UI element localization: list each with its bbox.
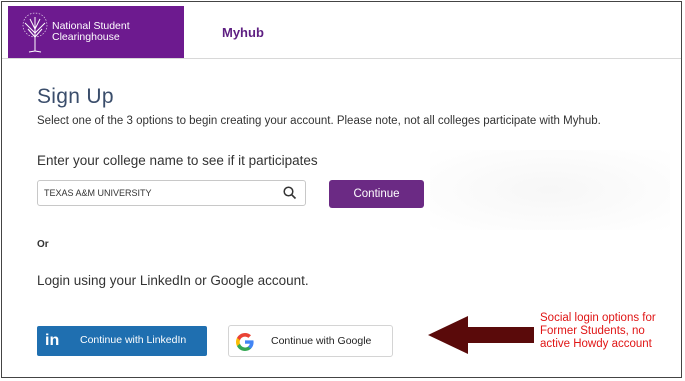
social-login-label: Login using your LinkedIn or Google acco… xyxy=(37,273,309,288)
nsc-logo[interactable]: National Student Clearinghouse xyxy=(8,6,184,58)
linkedin-button-label: Continue with LinkedIn xyxy=(80,334,187,346)
logo-text: National Student Clearinghouse xyxy=(52,21,130,43)
myhub-nav-link[interactable]: Myhub xyxy=(222,25,264,40)
google-button-label: Continue with Google xyxy=(271,335,372,347)
annotation-line-3: active Howdy account xyxy=(540,338,652,350)
college-search-label: Enter your college name to see if it par… xyxy=(37,153,318,168)
annotation-line-2: Former Students, no xyxy=(540,325,645,337)
tree-logo-icon xyxy=(20,11,50,58)
continue-with-google-button[interactable]: Continue with Google xyxy=(228,325,393,357)
continue-button[interactable]: Continue xyxy=(329,180,424,208)
continue-with-linkedin-button[interactable]: in Continue with LinkedIn xyxy=(37,326,207,356)
college-search-field[interactable] xyxy=(37,180,306,206)
college-search-input[interactable] xyxy=(44,185,274,201)
annotation-arrow-icon xyxy=(428,316,536,359)
logo-line-2: Clearinghouse xyxy=(52,31,120,43)
linkedin-icon: in xyxy=(45,332,60,349)
annotation-line-1: Social login options for xyxy=(540,312,656,324)
top-nav-bar: National Student Clearinghouse Myhub xyxy=(2,2,681,59)
annotation-callout: Social login options for Former Students… xyxy=(540,312,680,351)
google-icon xyxy=(236,333,254,356)
page-title: Sign Up xyxy=(37,85,114,108)
instructions-text: Select one of the 3 options to begin cre… xyxy=(37,115,601,127)
background-blur xyxy=(430,150,670,230)
or-divider-label: Or xyxy=(37,239,49,250)
search-icon[interactable] xyxy=(283,186,297,205)
